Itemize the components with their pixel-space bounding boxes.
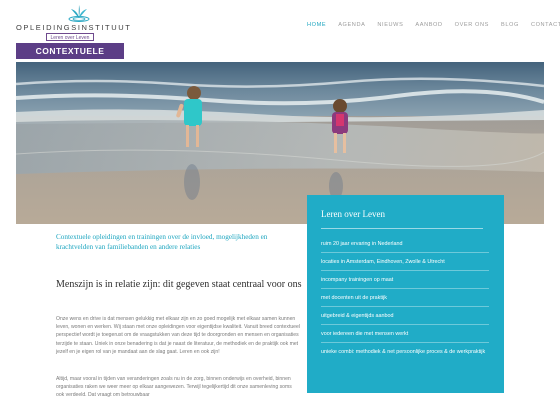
paragraph-1: Onze wens en drive is dat mensen gelukki… — [56, 316, 300, 355]
section-heading: Menszijn is in relatie zijn: dit gegeven… — [56, 279, 302, 290]
nav-item-blog[interactable]: BLOG — [501, 22, 519, 34]
sidebar-item: incompany trainingen op maat — [321, 271, 489, 289]
intro-text: Contextuele opleidingen en trainingen ov… — [56, 233, 268, 251]
site-header: OPLEIDINGSINSTITUUT Leren over Leven CON… — [0, 0, 560, 72]
sidebar-item: met docenten uit de praktijk — [321, 289, 489, 307]
nav-item-over-ons[interactable]: OVER ONS — [455, 22, 489, 34]
paragraph-2: Altijd, maar vooral in tijden van verand… — [56, 376, 292, 399]
sidebar-item: uitgebreid & eigentijds aanbod — [321, 307, 489, 325]
sidebar-list: ruim 20 jaar ervaring in Nederland locat… — [321, 235, 489, 360]
sidebar-item: voor iedereen die met mensen werkt — [321, 325, 489, 343]
site-logo[interactable]: OPLEIDINGSINSTITUUT Leren over Leven CON… — [16, 4, 132, 72]
sidebar-item: ruim 20 jaar ervaring in Nederland — [321, 235, 489, 253]
sidebar-item: unieke combi: methodiek & net persoonlij… — [321, 349, 486, 355]
nav-item-home[interactable]: HOME — [307, 22, 326, 34]
logo-brand: CONTEXTUELE STUDIES — [16, 43, 124, 72]
nav-item-nieuws[interactable]: NIEUWS — [377, 22, 403, 34]
logo-name: OPLEIDINGSINSTITUUT — [16, 23, 132, 32]
main-nav: HOME AGENDA NIEUWS AANBOD OVER ONS BLOG … — [307, 22, 560, 34]
sidebar-item: locaties in Amsterdam, Eindhoven, Zwolle… — [321, 253, 489, 271]
sidebar-title: Leren over Leven — [321, 209, 385, 219]
nav-item-agenda[interactable]: AGENDA — [338, 22, 365, 34]
nav-item-contact[interactable]: CONTACT — [531, 22, 560, 34]
nav-item-aanbod[interactable]: AANBOD — [415, 22, 442, 34]
leaf-logo-icon — [68, 5, 90, 22]
sidebar-box: Leren over Leven ruim 20 jaar ervaring i… — [307, 195, 504, 393]
logo-tagline: Leren over Leven — [46, 33, 94, 41]
sidebar-divider — [321, 228, 483, 229]
